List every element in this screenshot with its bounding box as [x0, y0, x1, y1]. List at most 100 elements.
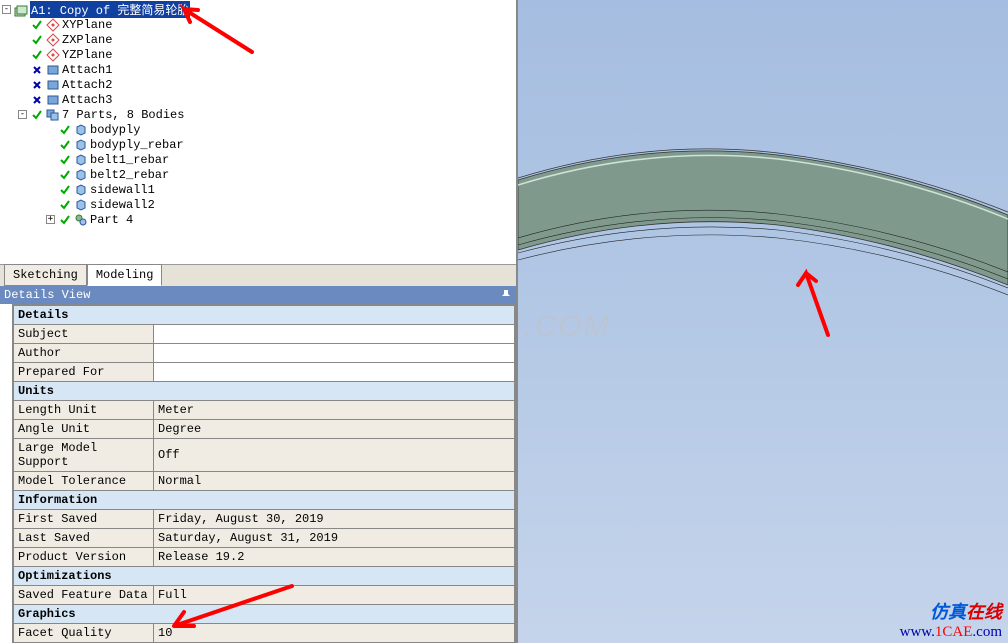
check-icon	[58, 213, 72, 227]
tree-body[interactable]: belt1_rebar	[0, 152, 516, 167]
tree-item[interactable]: Attach2	[0, 77, 516, 92]
property-row[interactable]: Last SavedSaturday, August 31, 2019	[14, 529, 515, 548]
check-icon	[58, 123, 72, 137]
property-name: Author	[14, 344, 154, 363]
attach-icon	[46, 78, 60, 92]
tree-item[interactable]: Attach3	[0, 92, 516, 107]
property-value[interactable]: Meter	[154, 401, 515, 420]
property-name: Length Unit	[14, 401, 154, 420]
property-name: Large Model Support	[14, 439, 154, 472]
property-name: Last Saved	[14, 529, 154, 548]
details-section-header[interactable]: -Details	[14, 306, 515, 325]
cross-icon	[30, 78, 44, 92]
property-row[interactable]: Model ToleranceNormal	[14, 472, 515, 491]
property-row[interactable]: Author	[14, 344, 515, 363]
check-icon	[58, 198, 72, 212]
details-section-header[interactable]: -Units	[14, 382, 515, 401]
tree-item[interactable]: ZXPlane	[0, 32, 516, 47]
property-value[interactable]: Off	[154, 439, 515, 472]
plane-icon	[46, 48, 60, 62]
property-name: Prepared For	[14, 363, 154, 382]
check-icon	[58, 183, 72, 197]
property-value[interactable]: 10	[154, 624, 515, 643]
body-icon	[74, 123, 88, 137]
tree-item[interactable]: YZPlane	[0, 47, 516, 62]
property-row[interactable]: Prepared For	[14, 363, 515, 382]
details-header-title: Details View	[4, 288, 90, 302]
body-icon	[74, 138, 88, 152]
property-row[interactable]: Large Model SupportOff	[14, 439, 515, 472]
cross-icon	[30, 93, 44, 107]
details-section-header[interactable]: -Optimizations	[14, 567, 515, 586]
tree-body[interactable]: belt2_rebar	[0, 167, 516, 182]
property-name: Model Tolerance	[14, 472, 154, 491]
property-name: Saved Feature Data	[14, 586, 154, 605]
cross-icon	[30, 63, 44, 77]
tree-body[interactable]: bodyply	[0, 122, 516, 137]
property-value[interactable]: Release 19.2	[154, 548, 515, 567]
property-value[interactable]	[154, 344, 515, 363]
details-section-header[interactable]: -Graphics	[14, 605, 515, 624]
details-panel: -DetailsSubjectAuthorPrepared For-UnitsL…	[0, 304, 516, 643]
collapse-icon[interactable]: -	[18, 110, 27, 119]
property-row[interactable]: Facet Quality10	[14, 624, 515, 643]
property-value[interactable]: Full	[154, 586, 515, 605]
property-value[interactable]	[154, 363, 515, 382]
body-icon	[74, 168, 88, 182]
property-row[interactable]: Subject	[14, 325, 515, 344]
property-name: Angle Unit	[14, 420, 154, 439]
geometry-icon	[14, 3, 28, 17]
tree-item[interactable]: XYPlane	[0, 17, 516, 32]
plane-icon	[46, 33, 60, 47]
watermark-text: 1CAE.COM	[518, 310, 611, 344]
property-value[interactable]: Normal	[154, 472, 515, 491]
property-row[interactable]: Angle UnitDegree	[14, 420, 515, 439]
tree-body[interactable]: bodyply_rebar	[0, 137, 516, 152]
body-icon	[74, 198, 88, 212]
section-title: Details	[18, 308, 68, 322]
property-name: Product Version	[14, 548, 154, 567]
details-section-header[interactable]: -Information	[14, 491, 515, 510]
tree-body[interactable]: sidewall1	[0, 182, 516, 197]
property-value[interactable]: Degree	[154, 420, 515, 439]
tree-parts-summary[interactable]: - 7 Parts, 8 Bodies	[0, 107, 516, 122]
check-icon	[30, 108, 44, 122]
check-icon	[30, 33, 44, 47]
tree-item[interactable]: Attach1	[0, 62, 516, 77]
plane-icon	[46, 18, 60, 32]
collapse-icon[interactable]: -	[2, 5, 11, 14]
tree-root[interactable]: - A1: Copy of 完整简易轮胎	[0, 2, 516, 17]
details-gutter	[0, 304, 13, 643]
property-row[interactable]: Length UnitMeter	[14, 401, 515, 420]
property-value[interactable]: Friday, August 30, 2019	[154, 510, 515, 529]
property-name: Facet Quality	[14, 624, 154, 643]
section-title: Optimizations	[18, 569, 112, 583]
body-icon	[74, 183, 88, 197]
tab-sketching[interactable]: Sketching	[4, 264, 87, 286]
property-row[interactable]: Saved Feature DataFull	[14, 586, 515, 605]
property-row[interactable]: First SavedFriday, August 30, 2019	[14, 510, 515, 529]
property-value[interactable]	[154, 325, 515, 344]
details-header: Details View	[0, 286, 516, 304]
section-title: Graphics	[18, 607, 76, 621]
property-value[interactable]: Saturday, August 31, 2019	[154, 529, 515, 548]
check-icon	[58, 168, 72, 182]
attach-icon	[46, 93, 60, 107]
tree-part[interactable]: + Part 4	[0, 212, 516, 227]
pin-icon[interactable]	[500, 289, 512, 301]
watermark-brand: 仿真在线 www.1CAE.com	[900, 598, 1002, 641]
check-icon	[58, 153, 72, 167]
property-row[interactable]: Product VersionRelease 19.2	[14, 548, 515, 567]
3d-viewport[interactable]: 1CAE.COM 仿真在线 www.1CAE.com	[518, 0, 1008, 643]
property-name: Subject	[14, 325, 154, 344]
tab-modeling[interactable]: Modeling	[87, 264, 163, 286]
body-icon	[74, 153, 88, 167]
property-name: First Saved	[14, 510, 154, 529]
parts-icon	[46, 108, 60, 122]
check-icon	[30, 18, 44, 32]
expand-icon[interactable]: +	[46, 215, 55, 224]
tree-body[interactable]: sidewall2	[0, 197, 516, 212]
section-title: Information	[18, 493, 97, 507]
check-icon	[58, 138, 72, 152]
tab-bar: Sketching Modeling	[0, 264, 516, 286]
